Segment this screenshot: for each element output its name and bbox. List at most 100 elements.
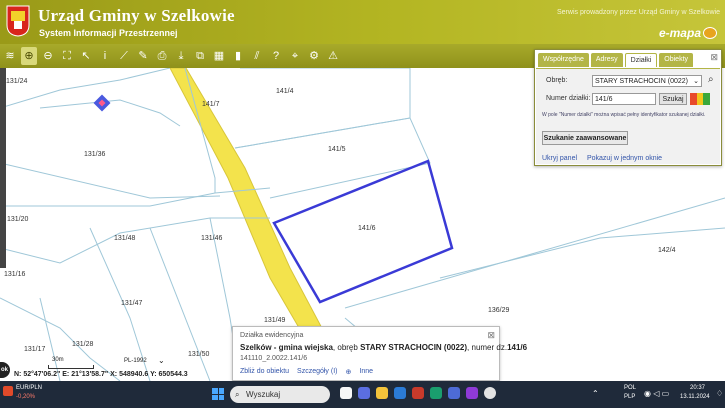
page-title: Urząd Gminy w Szelkowie (38, 6, 235, 25)
clock-date[interactable]: 13.11.2024 (680, 394, 710, 400)
zoom-to-object-link[interactable]: Zbliż do obiektu (240, 368, 289, 376)
parcel-label: 131/24 (6, 78, 28, 85)
parcel-label: 131/17 (24, 346, 46, 353)
parcel-label: 136/29 (488, 307, 510, 314)
parcel-label: 142/4 (658, 247, 676, 254)
hide-panel-link[interactable]: Ukryj panel (542, 155, 577, 162)
hatch-icon[interactable]: ⫽ (249, 47, 265, 65)
search-icon: ⌕ (235, 390, 240, 399)
warning-icon[interactable]: ⚠ (325, 47, 341, 65)
keyboard-layout[interactable]: PLP (624, 394, 635, 400)
office-app-icon[interactable] (412, 387, 424, 399)
single-window-link[interactable]: Pokazuj w jednym oknie (587, 155, 662, 162)
coat-of-arms-icon (6, 5, 30, 37)
popup-heading: Działka ewidencyjna (240, 332, 304, 339)
scale-label: 30m (52, 357, 64, 363)
stock-widget-value: -0,20% (16, 394, 36, 400)
clock-time[interactable]: 20:37 (690, 385, 705, 391)
tab-wsp-rz-dne[interactable]: Współrzędne (538, 53, 589, 67)
search-button[interactable]: Szukaj (659, 93, 687, 105)
parcel-label: 141/6 (358, 225, 376, 232)
search-tabs: Współrzędne Adresy Działki Obiekty (538, 53, 695, 67)
parcel-label: 131/49 (264, 317, 286, 324)
parcel-label: 141/7 (202, 101, 220, 108)
tab-adresy[interactable]: Adresy (590, 53, 623, 67)
obreb-prefix: , obręb (332, 343, 361, 352)
zoom-in-icon[interactable]: ⊕ (21, 47, 37, 65)
parcel-label: 131/47 (121, 300, 143, 307)
measure-area-icon[interactable]: ✎ (135, 47, 151, 65)
parcel-label: 141/5 (328, 146, 346, 153)
mail-app-icon[interactable] (394, 387, 406, 399)
page-subtitle: System Informacji Przestrzennej (39, 28, 178, 38)
copy-icon[interactable]: ⧉ (192, 47, 208, 65)
scale-bar (48, 365, 94, 369)
parcel-info-popup: Działka ewidencyjna ⊠ Szelków - gmina wi… (232, 326, 527, 381)
details-link[interactable]: Szczegóły (I) (297, 368, 337, 376)
parcel-label: 131/50 (188, 351, 210, 358)
settings-icon[interactable]: ⚙ (306, 47, 322, 65)
search-hint: W pole "Numer działki" można wpisać pełn… (542, 112, 706, 118)
keyboard-language[interactable]: POL (624, 385, 636, 391)
parcel-description: Szelków - gmina wiejska, obręb STARY STR… (240, 343, 527, 352)
network-volume-battery-icons[interactable]: ◉ ◁ ▭ (644, 389, 669, 398)
close-icon[interactable]: ⊠ (487, 330, 495, 341)
layers-icon[interactable]: ≋ (2, 47, 18, 65)
zoom-out-icon[interactable]: ⊖ (40, 47, 56, 65)
notification-bell-icon[interactable]: ♢ (716, 389, 723, 398)
os-taskbar: EUR/PLN -0,20% ⌕ Wyszukaj ⌃ POL PLP ◉ ◁ … (0, 381, 725, 408)
store-app-icon[interactable] (448, 387, 460, 399)
service-note: Serwis prowadzony przez Urząd Gminy w Sz… (557, 9, 720, 16)
measure-line-icon[interactable]: ⟋ (116, 47, 132, 65)
zoom-extent-icon[interactable]: ⛶ (59, 47, 75, 65)
app-header: Urząd Gminy w Szelkowie System Informacj… (0, 0, 725, 44)
brand-label: e-mapa (658, 26, 701, 40)
parcel-number-input[interactable]: 141/6 (592, 93, 656, 105)
teams-app-icon[interactable] (358, 387, 370, 399)
popup-actions: Zbliż do obiektu Szczegóły (I) ⊕ Inne (240, 368, 373, 376)
search-icon[interactable]: ⌕ (708, 74, 714, 85)
place-name: Szelków - gmina wiejska (240, 343, 333, 352)
pointer-icon[interactable]: ↖ (78, 47, 94, 65)
pin-icon[interactable]: ⌖ (287, 47, 303, 65)
highlight-color-picker[interactable] (690, 93, 711, 105)
parcel-label: 131/16 (4, 271, 26, 278)
parcel-label: 141/4 (276, 88, 294, 95)
tab-obiekty[interactable]: Obiekty (659, 53, 694, 67)
other-link[interactable]: Inne (359, 368, 373, 376)
panel-links: Ukryj panel Pokazuj w jednym oknie (542, 155, 670, 162)
tab-dzia-ki[interactable]: Działki (624, 53, 658, 67)
download-icon[interactable]: ⤓ (173, 47, 189, 65)
advanced-search-button[interactable]: Szukanie zaawansowane (542, 131, 628, 145)
plus-icon[interactable]: ⊕ (346, 368, 352, 376)
crs-select[interactable]: PL-1992 (124, 358, 147, 364)
table-icon[interactable]: ▦ (211, 47, 227, 65)
brand-logo[interactable]: e-mapa (659, 26, 717, 40)
stock-widget-title[interactable]: EUR/PLN (16, 385, 42, 391)
parcel-label: 131/46 (201, 235, 223, 242)
windows-start-icon[interactable] (212, 388, 224, 400)
close-icon[interactable]: ⊠ (710, 52, 718, 63)
chevron-up-icon[interactable]: ⌃ (592, 389, 599, 398)
number-prefix: , numer dz. (467, 343, 508, 352)
file-explorer-icon[interactable] (376, 387, 388, 399)
left-panel-handle[interactable] (0, 68, 6, 268)
obreb-name: STARY STRACHOCIN (0022) (360, 343, 468, 352)
stock-widget-icon[interactable] (3, 386, 13, 396)
taskbar-search[interactable]: ⌕ Wyszukaj (230, 386, 330, 403)
parcel-label: 131/36 (84, 151, 106, 158)
info-icon[interactable]: i (97, 47, 113, 65)
help-icon[interactable]: ? (268, 47, 284, 65)
parcel-label: 131/48 (114, 235, 136, 242)
chevron-down-icon[interactable]: ⌄ (158, 356, 165, 365)
widgets-app-icon[interactable] (340, 387, 352, 399)
chrome-browser-icon[interactable] (484, 387, 496, 399)
chevron-down-icon: ⌄ (693, 78, 699, 85)
search-panel: Współrzędne Adresy Działki Obiekty ⊠ Obręb:… (534, 49, 722, 166)
print-icon[interactable]: ⎙ (154, 47, 170, 65)
bookmark-icon[interactable]: ▮ (230, 47, 246, 65)
edge-browser-icon[interactable] (430, 387, 442, 399)
media-app-icon[interactable] (466, 387, 478, 399)
search-panel-body: Obręb: STARY STRACHOCIN (0022) ⌄ ⌕ Numer… (536, 68, 720, 164)
obreb-select[interactable]: STARY STRACHOCIN (0022) ⌄ (592, 75, 702, 87)
